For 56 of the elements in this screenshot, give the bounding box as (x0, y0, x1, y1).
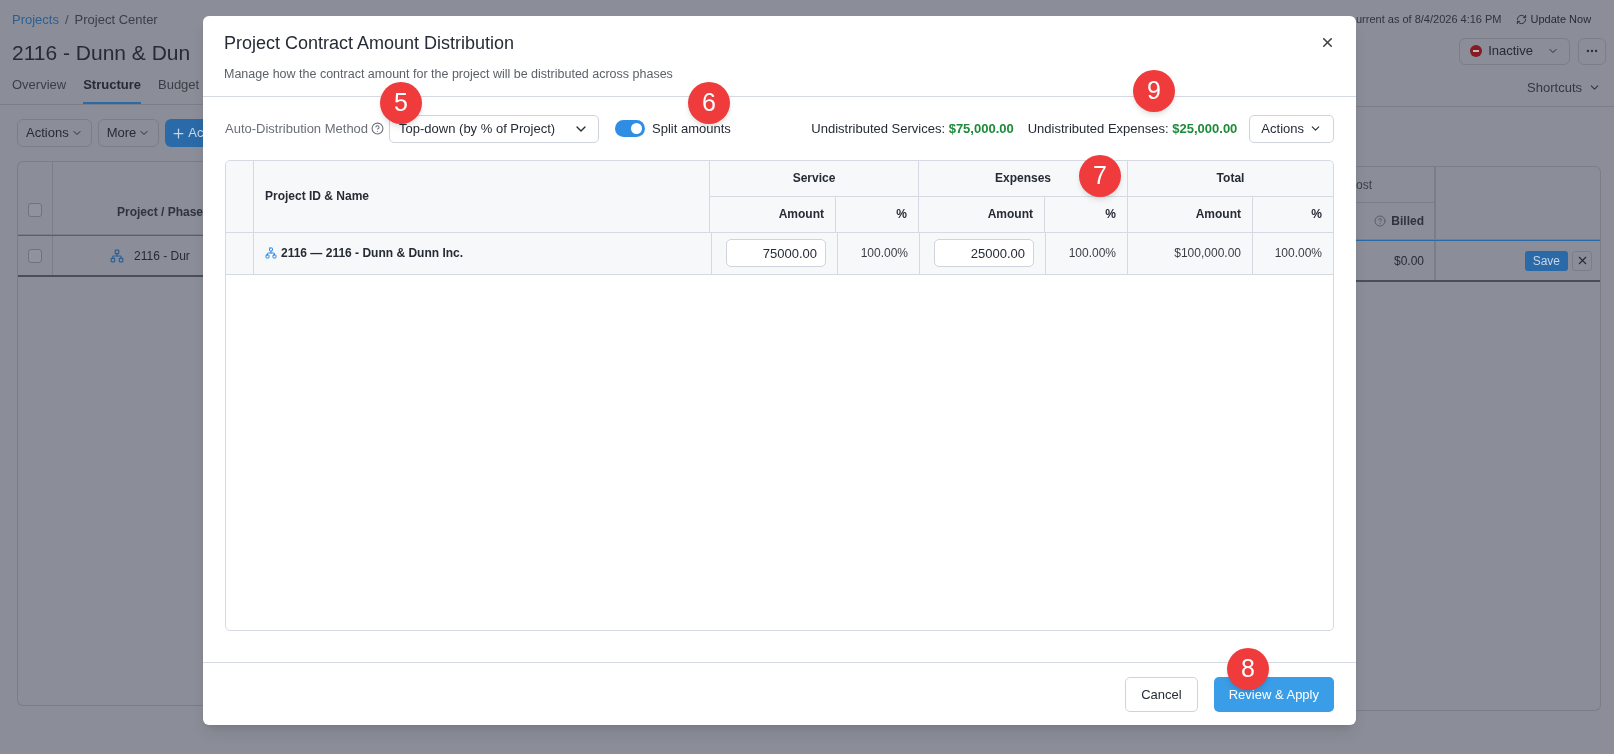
column-header: Project / Phase (116, 204, 203, 221)
inactive-status-icon (1470, 45, 1483, 57)
column-header: Amount (1195, 206, 1241, 224)
actions-button[interactable]: Actions (1249, 114, 1334, 143)
column-group-header: Total (1216, 170, 1245, 188)
close-button[interactable] (1320, 35, 1335, 50)
tab[interactable]: Budget (158, 74, 200, 104)
menu-button[interactable]: More (97, 119, 160, 147)
column-group-header: Expenses (994, 170, 1051, 188)
tab[interactable]: Structure (83, 74, 141, 104)
close-icon (1320, 35, 1335, 50)
column-header: Amount (778, 206, 824, 224)
table-cell-text: 2116 - Dur (134, 247, 190, 265)
shortcuts-button[interactable]: Shortcuts (1527, 77, 1601, 97)
tab[interactable]: Overview (12, 74, 67, 104)
plus-icon (171, 125, 187, 141)
dialog-subtitle: Manage how the contract amount for the project will be distributed across phases (224, 66, 673, 83)
table-cell-text: 100.00% (860, 245, 908, 263)
hierarchy-icon (110, 248, 124, 263)
status-select[interactable]: Inactive (1459, 37, 1570, 65)
page-title: 2116 - Dunn & Dun (11, 39, 192, 66)
table-cell-text: 100.00% (1068, 245, 1116, 263)
hierarchy-icon (265, 247, 277, 260)
column-header: % (1105, 206, 1116, 224)
table-cell-text: $100,000.00 (1174, 245, 1241, 263)
undistributed-amount: Undistributed Services: $75,000.00 (811, 120, 1014, 138)
column-header: % (896, 206, 907, 224)
checkbox[interactable] (27, 203, 42, 217)
status-note: urrent as of 8/4/2026 4:16 PM (1356, 12, 1502, 27)
apply-button[interactable]: Review & Apply (1213, 677, 1334, 712)
method-label: Auto-Distribution Method (225, 120, 369, 138)
breadcrumb-separator: / (64, 11, 69, 29)
help-icon (371, 122, 385, 136)
amount-field[interactable]: 75000.00 (726, 239, 826, 268)
close-button[interactable] (1572, 250, 1592, 271)
save-button[interactable]: Save (1524, 250, 1568, 271)
dialog-title: Project Contract Amount Distribution (224, 32, 516, 55)
checkbox[interactable] (28, 248, 42, 263)
column-header: Project ID & Name (265, 188, 370, 206)
column-group-header: Service (792, 170, 836, 188)
column-header: Billed (1391, 213, 1424, 230)
table-cell-text: $0.00 (1393, 252, 1424, 270)
amount-field[interactable]: 25000.00 (934, 239, 1034, 268)
update-button[interactable]: Update Now (1515, 11, 1592, 28)
refresh-icon (1515, 13, 1527, 25)
menu-button[interactable]: Actions (17, 119, 92, 147)
column-header: % (1311, 206, 1322, 224)
project-name: 2116 — 2116 - Dunn & Dunn Inc. (281, 245, 464, 263)
cancel-button[interactable]: Cancel (1125, 677, 1198, 712)
breadcrumb-current: Project Center (74, 11, 158, 29)
column-header: Amount (987, 206, 1033, 224)
column-group-header: ost (1356, 176, 1372, 194)
undistributed-amount: Undistributed Expenses: $25,000.00 (1027, 120, 1238, 138)
table-cell-text: 100.00% (1274, 245, 1322, 263)
help-icon (1374, 215, 1387, 227)
split-toggle[interactable] (615, 120, 646, 138)
